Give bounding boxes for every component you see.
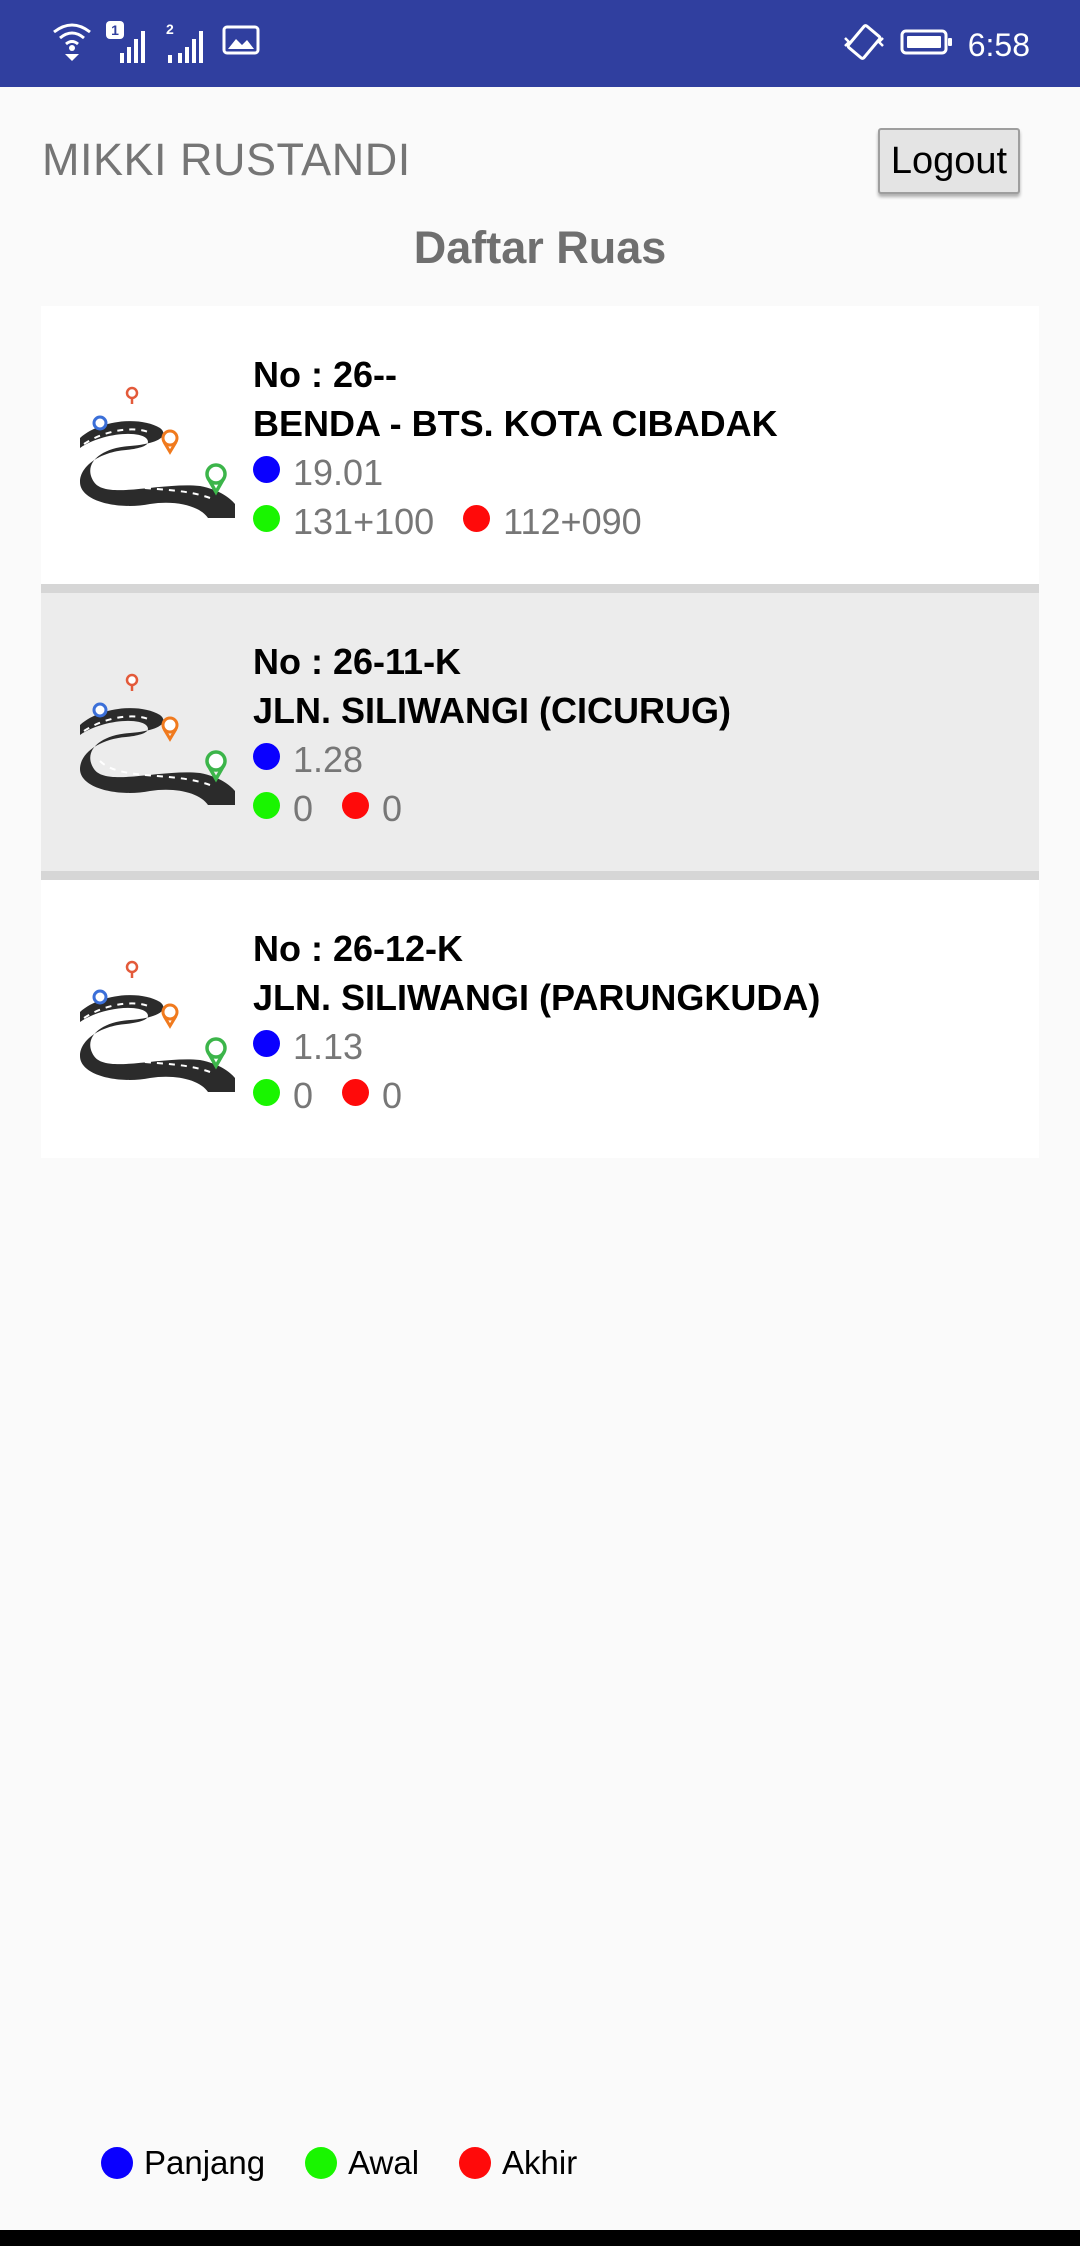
road-icon <box>80 952 235 1092</box>
panjang-value: 19.01 <box>293 451 384 493</box>
ruas-list: No : 26-- BENDA - BTS. KOTA CIBADAK 19.0… <box>41 306 1039 1158</box>
legend-awal: Awal <box>348 2144 420 2181</box>
logout-button[interactable]: Logout <box>878 128 1020 194</box>
awal-value: 0 <box>293 1074 314 1116</box>
panjang-legend-dot-icon <box>101 2147 133 2179</box>
list-item[interactable]: No : 26-12-K JLN. SILIWANGI (PARUNGKUDA)… <box>41 880 1039 1158</box>
awal-value: 131+100 <box>293 500 435 542</box>
awal-dot-icon <box>253 505 280 532</box>
image-icon <box>222 25 260 60</box>
awal-dot-icon <box>253 792 280 819</box>
akhir-dot-icon <box>342 792 370 819</box>
status-bar: 1 2 6:58 <box>0 0 1080 87</box>
wifi-icon <box>52 18 92 67</box>
awal-legend-dot-icon <box>305 2147 338 2179</box>
panjang-dot-icon <box>253 1030 280 1057</box>
road-icon <box>80 378 235 518</box>
panjang-dot-icon <box>253 456 280 483</box>
akhir-dot-icon <box>463 505 491 532</box>
akhir-legend-dot-icon <box>459 2147 492 2179</box>
legend-akhir: Akhir <box>502 2144 578 2181</box>
road-icon <box>80 665 235 805</box>
list-item[interactable]: No : 26-11-K JLN. SILIWANGI (CICURUG) 1.… <box>41 593 1039 871</box>
list-divider <box>41 871 1039 880</box>
page-title: Daftar Ruas <box>413 222 667 273</box>
user-name: MIKKI RUSTANDI <box>42 134 411 185</box>
panjang-value: 1.28 <box>293 738 364 780</box>
ruas-name: JLN. SILIWANGI (PARUNGKUDA) <box>253 977 821 1018</box>
ruas-number: No : 26-11-K <box>253 641 462 682</box>
awal-value: 0 <box>293 787 314 829</box>
legend: Panjang Awal Akhir <box>101 2144 577 2182</box>
panjang-dot-icon <box>253 743 280 770</box>
panjang-value: 1.13 <box>293 1025 364 1067</box>
list-item[interactable]: No : 26-- BENDA - BTS. KOTA CIBADAK 19.0… <box>41 306 1039 584</box>
awal-dot-icon <box>253 1079 280 1106</box>
vibrate-icon <box>842 22 886 67</box>
legend-panjang: Panjang <box>144 2144 266 2181</box>
akhir-value: 0 <box>382 787 403 829</box>
ruas-name: JLN. SILIWANGI (CICURUG) <box>253 690 731 731</box>
akhir-value: 112+090 <box>503 500 642 542</box>
ruas-number: No : 26-12-K <box>253 928 464 969</box>
status-time: 6:58 <box>967 26 1030 63</box>
battery-icon <box>900 28 954 61</box>
sim1-signal-icon: 1 <box>106 20 150 65</box>
ruas-name: BENDA - BTS. KOTA CIBADAK <box>253 403 778 444</box>
akhir-value: 0 <box>382 1074 403 1116</box>
sim2-signal-icon: 2 <box>164 21 208 65</box>
ruas-number: No : 26-- <box>253 354 397 395</box>
navigation-bar <box>0 2230 1080 2246</box>
akhir-dot-icon <box>342 1079 370 1106</box>
list-divider <box>41 584 1039 593</box>
